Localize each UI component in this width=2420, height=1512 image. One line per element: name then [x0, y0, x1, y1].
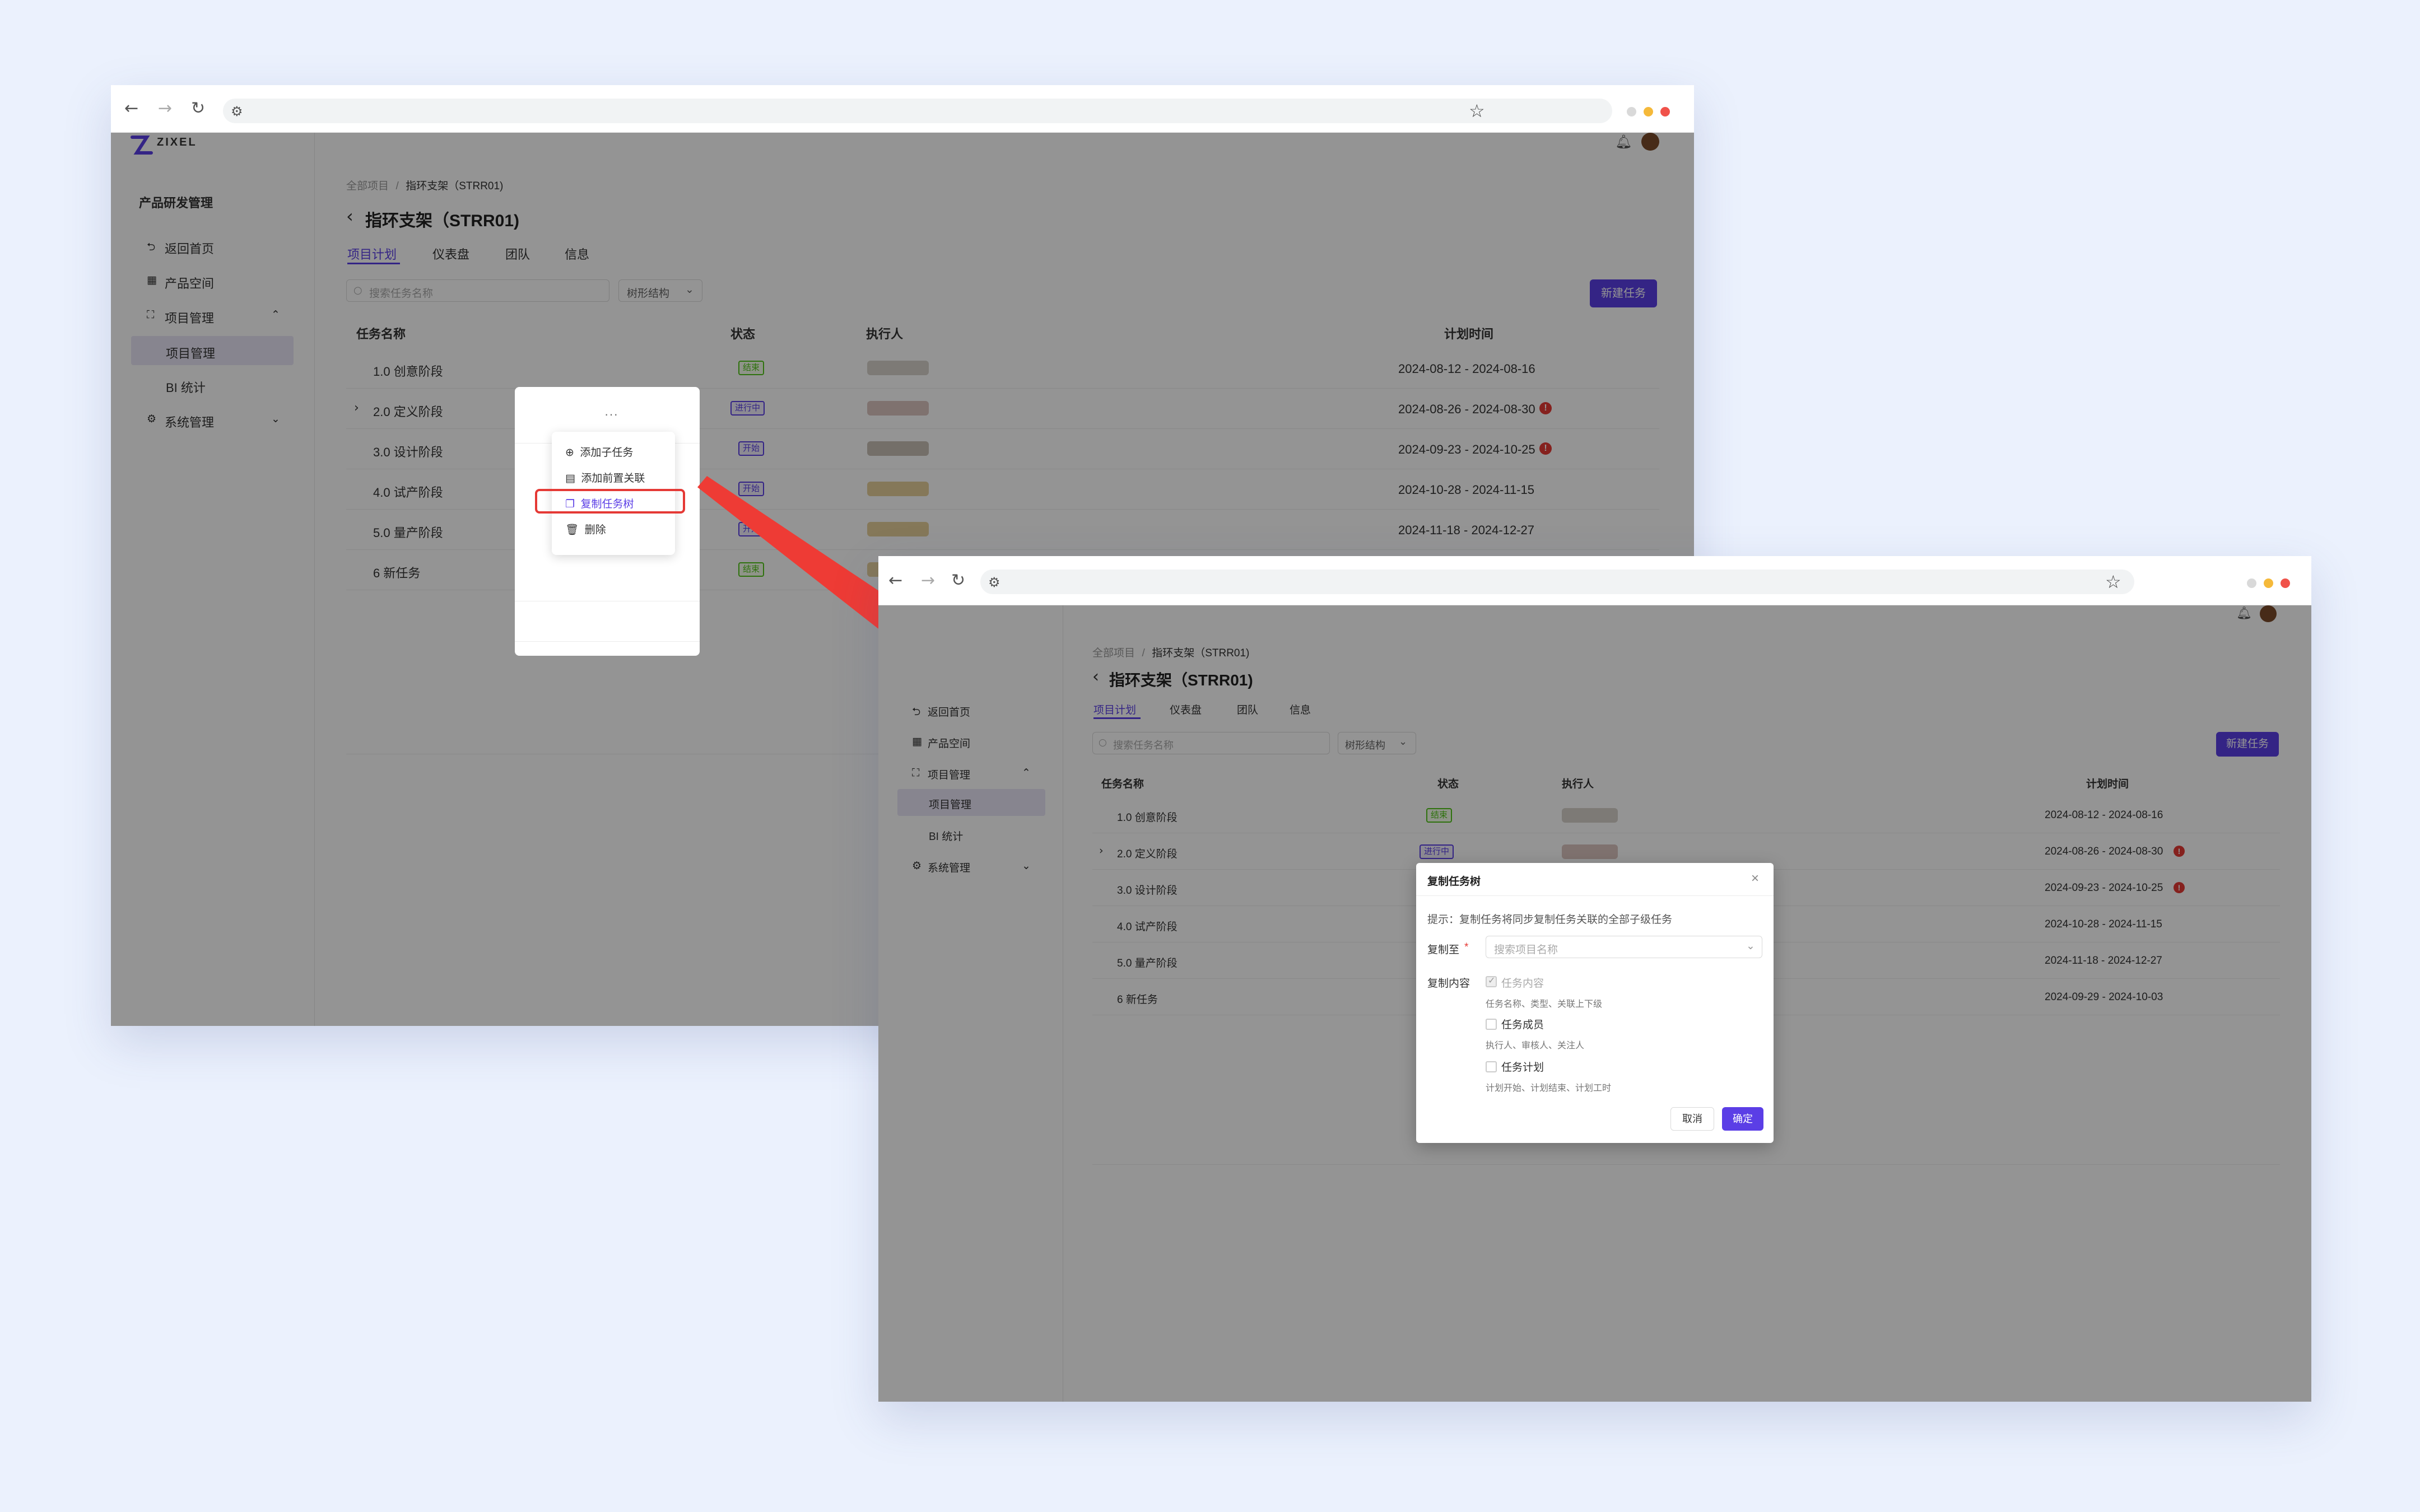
bookmark-star-icon[interactable]: ☆: [1469, 100, 1485, 122]
trash-icon: 🗑︎: [565, 524, 579, 536]
checkbox-task-content[interactable]: [1486, 975, 1497, 987]
app-area: ⮌ 返回首页 ▦ 产品空间 ⛶ 项目管理 ⌃ 项目管理 BI 统计 ⚙ 系统管理…: [878, 605, 2311, 1402]
menu-item-add-predecessor[interactable]: ▤ 添加前置关联: [565, 470, 645, 485]
back-icon[interactable]: ←: [888, 572, 902, 589]
option-task-plan-desc: 计划开始、计划结束、计划工时: [1486, 1084, 1612, 1093]
copy-task-tree-dialog: 复制任务树 × 提示：复制任务将同步复制任务关联的全部子级任务 复制至 * 搜索…: [1416, 863, 1774, 1143]
more-actions-button[interactable]: ···: [604, 407, 618, 422]
browser-window-after: ← → ↻ ⚙ ☆ ⮌ 返回首页 ▦ 产品空间 ⛶ 项目管理 ⌃ 项目管理 BI…: [878, 556, 2311, 1402]
checkbox-task-members[interactable]: [1486, 1019, 1497, 1030]
checkbox-task-plan[interactable]: [1486, 1061, 1497, 1072]
copy-to-project-select[interactable]: 搜索项目名称 ⌄: [1486, 936, 1762, 958]
bookmark-star-icon[interactable]: ☆: [2105, 571, 2121, 592]
window-maximize-dot[interactable]: [2264, 578, 2273, 588]
site-settings-icon[interactable]: ⚙: [231, 104, 243, 119]
copy-content-label: 复制内容: [1427, 978, 1470, 990]
option-task-content-label: 任务内容: [1501, 978, 1544, 990]
menu-item-delete[interactable]: 🗑︎ 删除: [565, 521, 606, 536]
browser-toolbar: ← → ↻ ⚙ ☆: [111, 85, 1694, 133]
plus-circle-icon: ⊕: [565, 446, 574, 459]
forward-icon[interactable]: →: [158, 100, 172, 117]
option-task-members-desc: 执行人、审核人、关注人: [1486, 1041, 1585, 1051]
chevron-down-icon: ⌄: [1746, 940, 1755, 952]
highlight-box: [535, 489, 685, 514]
copy-to-label: 复制至: [1427, 944, 1460, 956]
window-close-dot[interactable]: [1660, 107, 1670, 116]
reload-icon[interactable]: ↻: [951, 572, 965, 589]
back-icon[interactable]: ←: [124, 100, 138, 117]
site-settings-icon[interactable]: ⚙: [988, 575, 1000, 590]
address-bar[interactable]: [980, 570, 2134, 594]
cancel-button[interactable]: 取消: [1670, 1107, 1714, 1131]
browser-toolbar: ← → ↻ ⚙ ☆: [878, 556, 2311, 605]
doc-icon: ▤: [565, 472, 575, 484]
confirm-button[interactable]: 确定: [1722, 1107, 1763, 1131]
close-icon[interactable]: ×: [1751, 871, 1759, 886]
menu-item-add-subtask[interactable]: ⊕ 添加子任务: [565, 444, 633, 459]
option-task-content-desc: 任务名称、类型、关联上下级: [1486, 1000, 1603, 1009]
option-task-members-label: 任务成员: [1501, 1019, 1544, 1031]
address-bar[interactable]: [223, 99, 1612, 123]
option-task-plan-label: 任务计划: [1501, 1062, 1544, 1074]
required-mark: *: [1464, 941, 1469, 953]
window-minimize-dot[interactable]: [2247, 578, 2256, 588]
context-menu-spotlight: ··· ⊕ 添加子任务 ▤ 添加前置关联 ❐ 复制任务树 🗑︎ 删除: [515, 387, 700, 656]
dialog-title: 复制任务树: [1427, 876, 1481, 888]
dialog-hint: 提示：复制任务将同步复制任务关联的全部子级任务: [1427, 914, 1673, 926]
window-maximize-dot[interactable]: [1644, 107, 1653, 116]
window-close-dot[interactable]: [2281, 578, 2290, 588]
window-minimize-dot[interactable]: [1627, 107, 1636, 116]
reload-icon[interactable]: ↻: [191, 100, 205, 117]
forward-icon[interactable]: →: [921, 572, 935, 589]
